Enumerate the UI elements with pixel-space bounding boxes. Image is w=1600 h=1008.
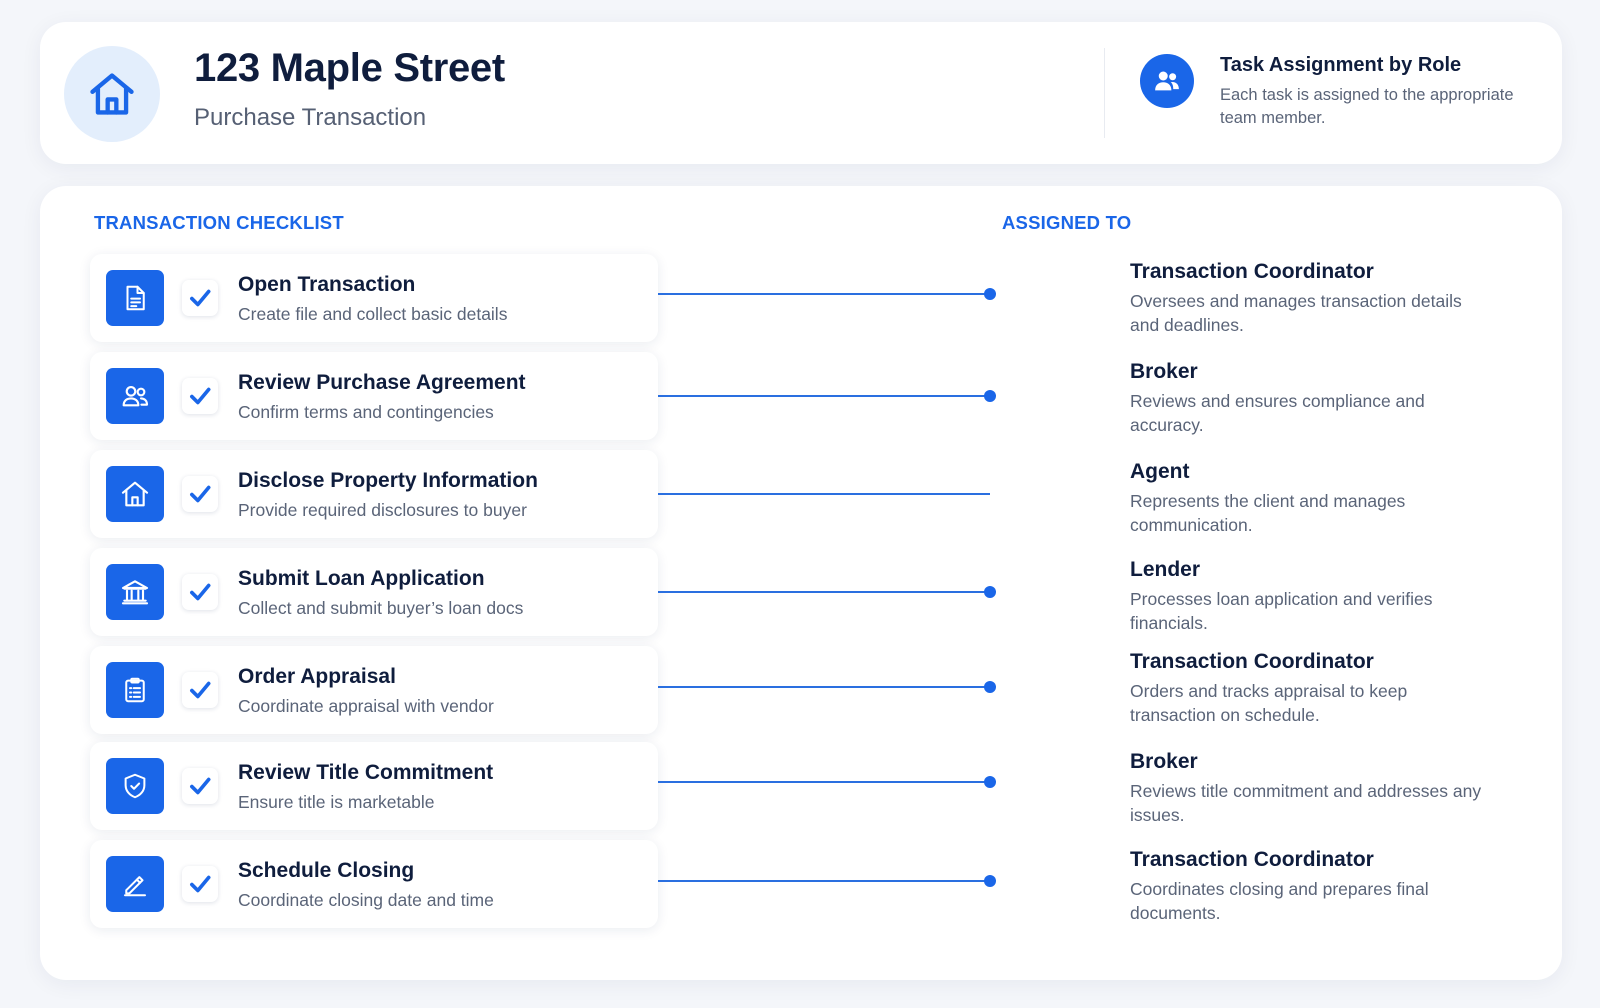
- assignee-description: Orders and tracks appraisal to keep tran…: [1130, 681, 1408, 725]
- task-row[interactable]: Submit Loan Application Collect and subm…: [90, 548, 658, 636]
- connector-dot: [984, 586, 996, 598]
- task-row[interactable]: Disclose Property Information Provide re…: [90, 450, 658, 538]
- task-title: Schedule Closing: [238, 859, 415, 882]
- task-checkbox[interactable]: [182, 378, 218, 414]
- assignee-description: Coordinates closing and prepares final d…: [1130, 879, 1429, 923]
- connector-line: [658, 776, 996, 788]
- header-card: 123 Maple Street Purchase Transaction Ta…: [40, 22, 1562, 164]
- assignee: Broker Reviews title commitment and addr…: [1130, 750, 1490, 827]
- task-title: Review Title Commitment: [238, 761, 494, 784]
- connector-dot: [984, 875, 996, 887]
- task-row[interactable]: Review Purchase Agreement Confirm terms …: [90, 352, 658, 440]
- task-description: Coordinate appraisal with vendor: [238, 696, 494, 716]
- connector-line: [658, 681, 996, 693]
- connector-line: [658, 390, 996, 402]
- page-subtitle: Purchase Transaction: [194, 104, 427, 131]
- checklist-card: TRANSACTION CHECKLIST ASSIGNED TO Open T…: [40, 186, 1562, 980]
- connector-dot: [984, 681, 996, 693]
- assignee-description: Represents the client and manages commun…: [1130, 491, 1406, 535]
- assignee-role: Broker: [1130, 360, 1198, 383]
- connector-line: [658, 586, 996, 598]
- house-icon: [106, 466, 164, 522]
- assignee-role: Transaction Coordinator: [1130, 260, 1374, 283]
- task-row[interactable]: Open Transaction Create file and collect…: [90, 254, 658, 342]
- assignee-description: Reviews title commitment and addresses a…: [1130, 781, 1482, 825]
- assignee: Agent Represents the client and manages …: [1130, 460, 1490, 537]
- connector-line: [658, 288, 996, 300]
- task-description: Provide required disclosures to buyer: [238, 500, 527, 520]
- document-icon: [106, 270, 164, 326]
- task-title: Open Transaction: [238, 273, 416, 296]
- connector-dot: [984, 390, 996, 402]
- assignee: Transaction Coordinator Oversees and man…: [1130, 260, 1490, 337]
- connector-dot: [984, 776, 996, 788]
- assignee-role: Broker: [1130, 750, 1198, 773]
- assignee: Broker Reviews and ensures compliance an…: [1130, 360, 1490, 437]
- task-title: Order Appraisal: [238, 665, 396, 688]
- info-title: Task Assignment by Role: [1220, 54, 1462, 76]
- users-icon: [106, 368, 164, 424]
- clipboard-icon: [106, 662, 164, 718]
- task-checkbox[interactable]: [182, 476, 218, 512]
- task-title: Disclose Property Information: [238, 469, 538, 492]
- task-checkbox[interactable]: [182, 280, 218, 316]
- task-title: Submit Loan Application: [238, 567, 485, 590]
- info-description: Each task is assigned to the appropriate…: [1220, 86, 1514, 127]
- task-checkbox[interactable]: [182, 768, 218, 804]
- task-description: Confirm terms and contingencies: [238, 402, 494, 422]
- task-description: Ensure title is marketable: [238, 792, 435, 812]
- task-row[interactable]: Order Appraisal Coordinate appraisal wit…: [90, 646, 658, 734]
- connector-line: [658, 493, 990, 495]
- assignee-role: Agent: [1130, 460, 1190, 483]
- page-title: 123 Maple Street: [194, 46, 505, 90]
- assignee: Transaction Coordinator Orders and track…: [1130, 650, 1490, 727]
- house-icon: [64, 46, 160, 142]
- assignee-description: Oversees and manages transaction details…: [1130, 291, 1462, 335]
- assignee-description: Reviews and ensures compliance and accur…: [1130, 391, 1425, 435]
- task-title: Review Purchase Agreement: [238, 371, 526, 394]
- header-divider: [1104, 48, 1105, 138]
- assignee-description: Processes loan application and verifies …: [1130, 589, 1433, 633]
- assignee-role: Transaction Coordinator: [1130, 650, 1374, 673]
- assigned-heading: ASSIGNED TO: [1002, 212, 1132, 233]
- shield-icon: [106, 758, 164, 814]
- connector-dot: [984, 288, 996, 300]
- users-icon: [1140, 54, 1194, 108]
- task-checkbox[interactable]: [182, 574, 218, 610]
- task-checkbox[interactable]: [182, 672, 218, 708]
- pen-icon: [106, 856, 164, 912]
- assignee: Transaction Coordinator Coordinates clos…: [1130, 848, 1490, 925]
- checklist-heading: TRANSACTION CHECKLIST: [94, 212, 344, 233]
- task-description: Create file and collect basic details: [238, 304, 508, 324]
- assignee-role: Lender: [1130, 558, 1201, 581]
- bank-icon: [106, 564, 164, 620]
- task-row[interactable]: Schedule Closing Coordinate closing date…: [90, 840, 658, 928]
- assignee-role: Transaction Coordinator: [1130, 848, 1374, 871]
- task-description: Coordinate closing date and time: [238, 890, 494, 910]
- connector-line: [658, 875, 996, 887]
- task-checkbox[interactable]: [182, 866, 218, 902]
- task-row[interactable]: Review Title Commitment Ensure title is …: [90, 742, 658, 830]
- assignee: Lender Processes loan application and ve…: [1130, 558, 1490, 635]
- task-description: Collect and submit buyer’s loan docs: [238, 598, 524, 618]
